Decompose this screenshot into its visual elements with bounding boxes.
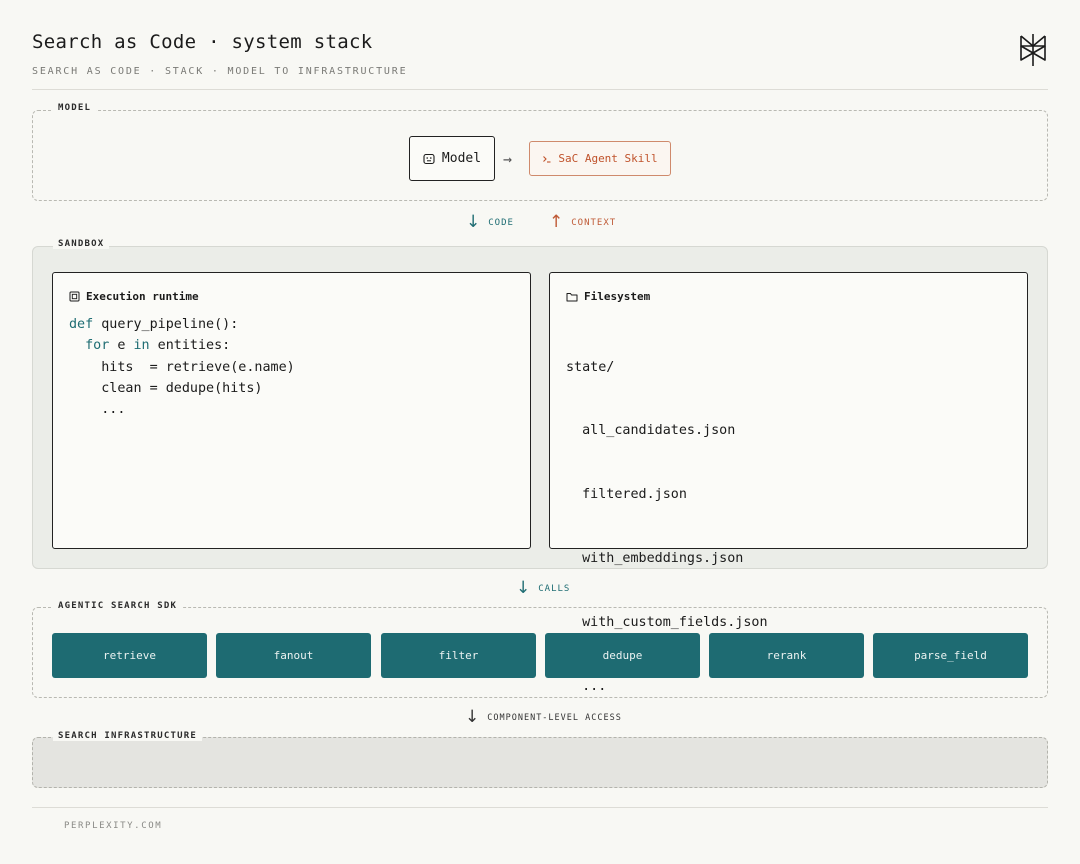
code-line: ...	[69, 399, 295, 420]
model-to-skill-arrow: →	[503, 150, 513, 168]
calls-flow-label: CALLS	[538, 583, 571, 594]
arrow-down-icon: ↓	[466, 212, 482, 232]
code-text: entities:	[149, 338, 231, 354]
page-subtitle: SEARCH AS CODE · STACK · MODEL TO INFRAS…	[32, 66, 408, 77]
footer-link: PERPLEXITY.COM	[64, 821, 163, 831]
model-section-label: MODEL	[53, 103, 97, 113]
model-node: Model	[409, 136, 495, 181]
sdk-retrieve: retrieve	[52, 633, 207, 678]
component-access-label: COMPONENT-LEVEL ACCESS	[487, 712, 622, 723]
arrow-up-icon: ↑	[549, 212, 565, 232]
cpu-chip-icon	[69, 291, 80, 302]
code-text: query_pipeline():	[93, 317, 239, 332]
sdk-filter: filter	[381, 633, 536, 678]
filesystem-line: filtered.json	[566, 487, 687, 503]
code-flow: ↓ CODE	[466, 214, 514, 231]
sdk-section-label: AGENTIC SEARCH SDK	[53, 601, 183, 611]
terminal-prompt-icon	[543, 155, 551, 163]
code-text: e	[109, 338, 134, 354]
code-line: for e in entities:	[69, 335, 295, 356]
filesystem-line: all_candidates.json	[566, 423, 736, 439]
sdk-fanout: fanout	[216, 633, 371, 678]
code-keyword: in	[133, 338, 150, 354]
code-flow-label: CODE	[488, 217, 514, 228]
search-infrastructure-section	[32, 737, 1048, 788]
perplexity-logo-icon	[1020, 34, 1046, 66]
sdk-dedupe: dedupe	[545, 633, 700, 678]
code-line: def query_pipeline():	[69, 314, 295, 335]
execution-runtime-header: Execution runtime	[69, 290, 199, 303]
component-access-flow: ↓ COMPONENT-LEVEL ACCESS	[465, 709, 622, 726]
code-line: hits = retrieve(e.name)	[69, 357, 295, 378]
sac-agent-skill-node: SaC Agent Skill	[529, 141, 671, 176]
sac-agent-skill-label: SaC Agent Skill	[558, 152, 658, 165]
filesystem-panel: Filesystem state/ all_candidates.json fi…	[549, 272, 1028, 694]
robot-face-icon	[423, 153, 435, 164]
folder-icon	[566, 292, 578, 301]
filesystem-title: Filesystem	[584, 290, 651, 303]
search-infrastructure-label: SEARCH INFRASTRUCTURE	[53, 731, 202, 741]
code-text: clean = dedupe(hits)	[69, 380, 263, 396]
runtime-code-block: def query_pipeline(): for e in entities:…	[69, 314, 295, 420]
execution-runtime-title: Execution runtime	[86, 290, 199, 303]
footer-divider	[32, 807, 1048, 808]
filesystem-header: Filesystem	[566, 290, 650, 303]
model-node-label: Model	[441, 151, 482, 166]
filesystem-line: with_embeddings.json	[566, 551, 744, 567]
code-text: hits = retrieve(e.name)	[69, 359, 295, 375]
code-keyword: def	[69, 317, 94, 332]
filesystem-line: state/	[566, 359, 615, 375]
header-divider	[32, 89, 1048, 90]
context-flow-label: CONTEXT	[571, 217, 617, 228]
calls-flow: ↓ CALLS	[516, 580, 570, 597]
arrow-down-icon: ↓	[516, 578, 532, 598]
sdk-rerank: rerank	[709, 633, 864, 678]
code-line: clean = dedupe(hits)	[69, 378, 295, 399]
execution-runtime-panel: Execution runtime def query_pipeline(): …	[52, 272, 531, 549]
sandbox-section-label: SANDBOX	[53, 239, 110, 249]
arrow-down-icon: ↓	[465, 707, 481, 727]
code-keyword: for	[85, 338, 110, 354]
page-title: Search as Code · system stack	[32, 31, 373, 53]
context-flow: ↑ CONTEXT	[549, 214, 616, 231]
sdk-parse-field: parse_field	[873, 633, 1028, 678]
code-text: ...	[69, 402, 126, 418]
